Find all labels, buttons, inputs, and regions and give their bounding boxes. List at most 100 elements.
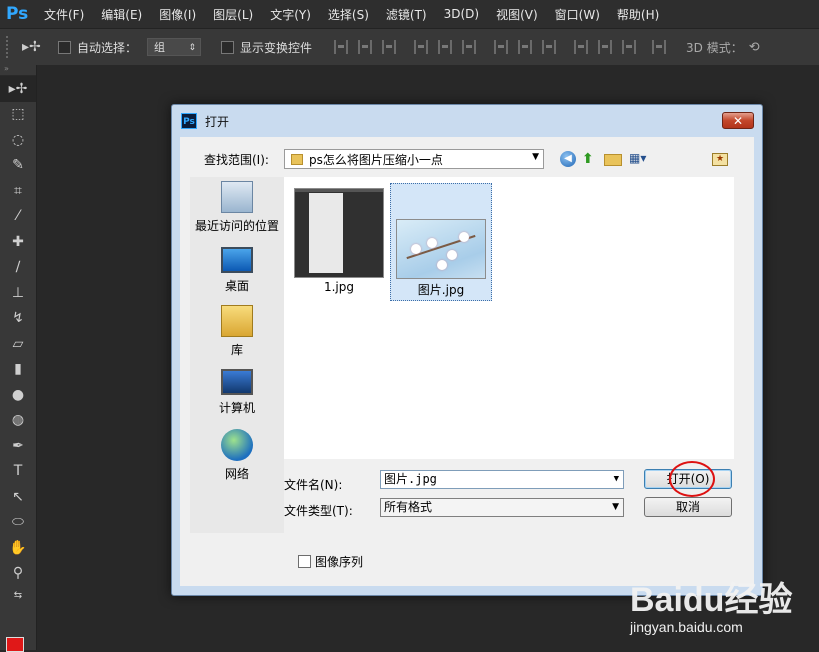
3d-mode-label: 3D 模式： (686, 40, 743, 55)
menu-type[interactable]: 文字(Y) (270, 6, 311, 23)
menu-view[interactable]: 视图(V) (496, 6, 538, 23)
image-sequence-option[interactable]: 图像序列 (298, 553, 363, 570)
library-icon (221, 305, 253, 337)
auto-select-checkbox[interactable] (58, 40, 71, 54)
distribute-hcenter-icon[interactable] (598, 40, 613, 54)
chevron-down-icon: ▼ (532, 152, 539, 162)
place-library[interactable]: 库 (190, 305, 284, 358)
crop-tool-icon[interactable]: ⌗ (0, 178, 36, 204)
blur-tool-icon[interactable]: ● (0, 382, 36, 408)
view-menu-icon[interactable]: ▦▾ (629, 151, 653, 167)
menu-bar: Ps 文件(F) 编辑(E) 图像(I) 图层(L) 文字(Y) 选择(S) 滤… (0, 0, 819, 28)
type-tool-icon[interactable]: T (0, 459, 36, 485)
file-list: 1.jpg 图片.jpg (284, 177, 734, 459)
align-hcenter-icon[interactable] (438, 40, 453, 54)
dialog-titlebar[interactable]: Ps 打开 ✕ (172, 105, 762, 137)
look-in-label: 查找范围(I): (204, 153, 269, 167)
look-in-value: ps怎么将图片压缩小一点 (309, 152, 443, 167)
align-vcenter-icon[interactable] (358, 40, 373, 54)
move-tool-preset-icon[interactable]: ▸✢ (22, 39, 50, 55)
options-grip[interactable] (6, 36, 12, 58)
menu-edit[interactable]: 编辑(E) (101, 6, 142, 23)
eyedropper-tool-icon[interactable]: ⁄ (0, 204, 36, 230)
quick-select-tool-icon[interactable]: ✎ (0, 153, 36, 179)
align-buttons (334, 40, 676, 54)
place-recent[interactable]: 最近访问的位置 (190, 181, 284, 234)
eraser-tool-icon[interactable]: ▱ (0, 331, 36, 357)
options-bar: ▸✢ 自动选择： 组 ⇕ 显示变换控件 3D 模式： ⟲ (0, 28, 819, 66)
clone-stamp-tool-icon[interactable]: ⊥ (0, 280, 36, 306)
watermark-logo: Baidu经验 (630, 581, 793, 619)
menu-3d[interactable]: 3D(D) (444, 7, 479, 21)
up-folder-icon[interactable]: ⬆ (582, 151, 598, 167)
place-desktop[interactable]: 桌面 (190, 247, 284, 294)
places-bar: 最近访问的位置 桌面 库 计算机 网络 (190, 177, 284, 533)
align-left-icon[interactable] (414, 40, 429, 54)
lasso-tool-icon[interactable]: ◌ (0, 127, 36, 153)
close-button[interactable]: ✕ (722, 112, 754, 129)
favorites-icon[interactable]: ★ (712, 153, 728, 166)
menu-file[interactable]: 文件(F) (44, 6, 84, 23)
menu-image[interactable]: 图像(I) (159, 6, 196, 23)
align-right-icon[interactable] (462, 40, 477, 54)
watermark-url: jingyan.baidu.com (630, 619, 743, 635)
menu-filter[interactable]: 滤镜(T) (386, 6, 427, 23)
image-sequence-checkbox[interactable] (298, 555, 311, 568)
chevron-down-icon[interactable]: ▼ (614, 471, 619, 488)
file-thumbnail (294, 188, 384, 278)
filename-input[interactable]: 图片.jpg ▼ (380, 470, 624, 489)
highlight-circle (669, 461, 715, 497)
history-brush-tool-icon[interactable]: ↯ (0, 306, 36, 332)
toolbox-collapse-icon[interactable]: » (0, 65, 36, 76)
gradient-tool-icon[interactable]: ▮ (0, 357, 36, 383)
align-bottom-icon[interactable] (382, 40, 397, 54)
photoshop-logo: Ps (6, 4, 29, 24)
desktop-icon (221, 247, 253, 273)
menu-select[interactable]: 选择(S) (328, 6, 369, 23)
filetype-dropdown[interactable]: 所有格式 ▼ (380, 498, 624, 517)
dialog-body: 查找范围(I): ps怎么将图片压缩小一点 ▼ ◀ ⬆ ▦▾ ★ 最近访问的位置… (180, 137, 754, 586)
auto-align-icon[interactable] (652, 40, 667, 54)
new-folder-icon[interactable] (604, 154, 622, 166)
shape-tool-icon[interactable]: ⬭ (0, 510, 36, 536)
align-top-icon[interactable] (334, 40, 349, 54)
file-item[interactable]: 1.jpg (288, 183, 390, 301)
chevron-down-icon: ▼ (612, 502, 619, 512)
distribute-vcenter-icon[interactable] (518, 40, 533, 54)
network-icon (221, 429, 253, 461)
menu-help[interactable]: 帮助(H) (617, 6, 659, 23)
move-tool-icon[interactable]: ▸✢ (0, 76, 36, 102)
hand-tool-icon[interactable]: ✋ (0, 535, 36, 561)
brush-tool-icon[interactable]: ∕ (0, 255, 36, 281)
toolbox: » ▸✢ ⬚ ◌ ✎ ⌗ ⁄ ✚ ∕ ⊥ ↯ ▱ ▮ ● ◍ ✒ T ↖ ⬭ ✋… (0, 65, 37, 652)
pen-tool-icon[interactable]: ✒ (0, 433, 36, 459)
back-icon[interactable]: ◀ (560, 151, 576, 167)
show-transform-checkbox[interactable] (221, 40, 235, 54)
distribute-bottom-icon[interactable] (542, 40, 557, 54)
path-select-tool-icon[interactable]: ↖ (0, 484, 36, 510)
dodge-tool-icon[interactable]: ◍ (0, 408, 36, 434)
menu-window[interactable]: 窗口(W) (555, 6, 600, 23)
zoom-tool-icon[interactable]: ⚲ (0, 561, 36, 587)
cancel-button[interactable]: 取消 (644, 497, 732, 517)
swap-colors-icon[interactable]: ⇆ (0, 586, 36, 604)
marquee-tool-icon[interactable]: ⬚ (0, 102, 36, 128)
dropdown-arrow-icon: ⇕ (188, 43, 197, 53)
place-network[interactable]: 网络 (190, 429, 284, 482)
look-in-dropdown[interactable]: ps怎么将图片压缩小一点 ▼ (284, 149, 544, 169)
auto-select-dropdown[interactable]: 组 ⇕ (147, 38, 202, 56)
distribute-top-icon[interactable] (494, 40, 509, 54)
dialog-ps-icon: Ps (181, 113, 197, 129)
file-name: 图片.jpg (417, 283, 465, 297)
place-computer[interactable]: 计算机 (190, 369, 284, 416)
file-name: 1.jpg (323, 280, 355, 294)
distribute-right-icon[interactable] (622, 40, 637, 54)
healing-brush-tool-icon[interactable]: ✚ (0, 229, 36, 255)
auto-select-label: 自动选择： (77, 40, 138, 55)
show-transform-label: 显示变换控件 (240, 40, 313, 55)
menu-layer[interactable]: 图层(L) (213, 6, 253, 23)
3d-rotate-icon[interactable]: ⟲ (749, 40, 760, 55)
file-item-selected[interactable]: 图片.jpg (390, 183, 492, 301)
baidu-watermark: Baidu经验 jingyan.baidu.com (630, 572, 810, 646)
distribute-left-icon[interactable] (574, 40, 589, 54)
